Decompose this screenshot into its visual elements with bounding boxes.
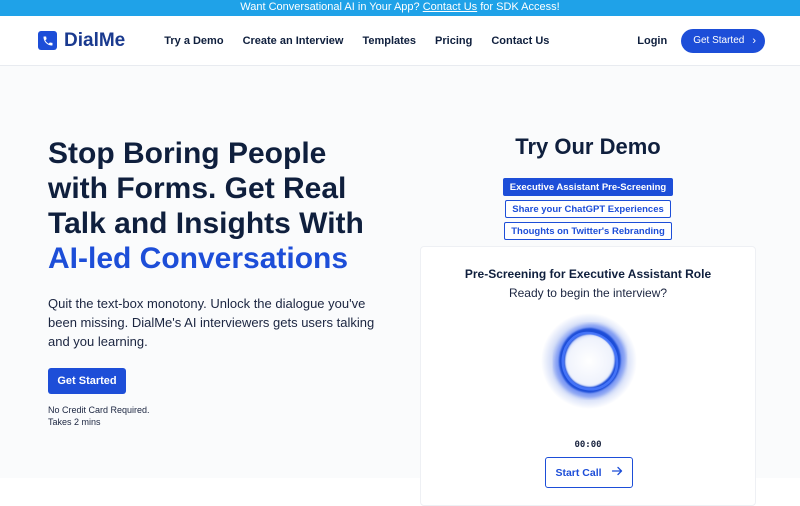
demo-title: Try Our Demo: [515, 134, 661, 159]
no-credit-card-note: No Credit Card Required.: [48, 405, 150, 415]
nav-link-create-interview[interactable]: Create an Interview: [243, 35, 344, 47]
banner-text-suffix: for SDK Access!: [480, 1, 560, 13]
demo-card: Pre-Screening for Executive Assistant Ro…: [420, 246, 756, 506]
demo-panel: Try Our Demo Executive Assistant Pre-Scr…: [420, 132, 756, 506]
chevron-right-icon: ›: [752, 34, 756, 47]
hero-get-started-button[interactable]: Get Started: [48, 368, 126, 394]
banner-text-prefix: Want Conversational AI in Your App?: [240, 1, 420, 13]
voice-orb-icon: [539, 311, 639, 411]
hero-subtext: Quit the text-box monotony. Unlock the d…: [48, 296, 375, 349]
nav-link-pricing[interactable]: Pricing: [435, 35, 472, 47]
nav-link-templates[interactable]: Templates: [362, 35, 416, 47]
headline-accent: AI-led Conversations: [48, 242, 349, 275]
nav-get-started-label: Get Started: [693, 35, 745, 46]
login-link[interactable]: Login: [637, 35, 667, 47]
nav-link-contact[interactable]: Contact Us: [491, 35, 549, 47]
nav-links: Try a Demo Create an Interview Templates…: [164, 35, 549, 47]
hero-section: Stop Boring People with Forms. Get Real …: [0, 66, 800, 506]
demo-tabs: Executive Assistant Pre-Screening Share …: [420, 178, 756, 240]
start-call-label: Start Call: [555, 466, 602, 479]
hero-left: Stop Boring People with Forms. Get Real …: [48, 136, 378, 428]
phone-icon: [38, 31, 57, 50]
tab-executive-assistant[interactable]: Executive Assistant Pre-Screening: [502, 178, 674, 196]
brand-logo[interactable]: DialMe: [38, 30, 125, 52]
tab-twitter-rebranding[interactable]: Thoughts on Twitter's Rebranding: [504, 222, 672, 240]
tab-chatgpt-experiences[interactable]: Share your ChatGPT Experiences: [505, 200, 671, 218]
call-timer: 00:00: [574, 440, 602, 450]
nav-link-try-demo[interactable]: Try a Demo: [164, 35, 223, 47]
headline-main: Stop Boring People with Forms. Get Real …: [48, 137, 364, 240]
brand-name: DialMe: [64, 29, 126, 51]
demo-card-title: Pre-Screening for Executive Assistant Ro…: [464, 267, 712, 281]
arrow-right-icon: [611, 466, 623, 479]
start-call-button[interactable]: Start Call: [545, 457, 633, 488]
hero-headline: Stop Boring People with Forms. Get Real …: [48, 136, 378, 276]
announcement-banner: Want Conversational AI in Your App? Cont…: [0, 0, 800, 16]
banner-contact-link[interactable]: Contact Us: [423, 1, 477, 13]
nav-get-started-button[interactable]: Get Started ›: [681, 28, 765, 53]
demo-card-subtitle: Ready to begin the interview?: [508, 286, 668, 300]
hero-note: No Credit Card Required. Takes 2 mins: [48, 404, 378, 428]
duration-note: Takes 2 mins: [48, 417, 101, 427]
top-nav: DialMe Try a Demo Create an Interview Te…: [0, 16, 800, 66]
